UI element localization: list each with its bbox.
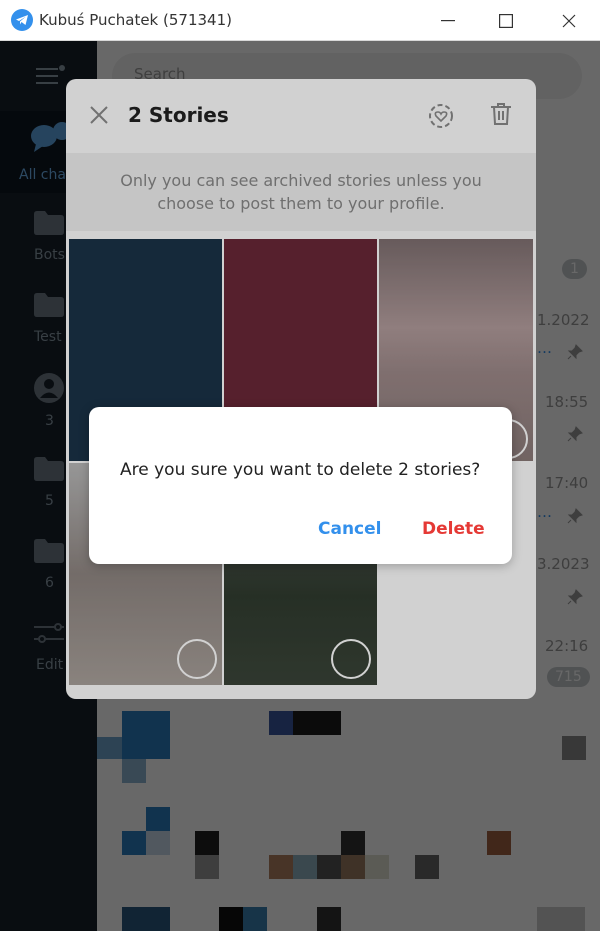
window-title: Kubuś Puchatek (571341) <box>39 11 232 29</box>
telegram-logo-icon <box>11 9 33 31</box>
window-titlebar: Kubuś Puchatek (571341) <box>0 0 600 41</box>
minimize-button[interactable] <box>433 8 463 34</box>
maximize-button[interactable] <box>491 8 521 34</box>
delete-confirm-dialog: Are you sure you want to delete 2 storie… <box>89 407 512 564</box>
delete-button[interactable]: Delete <box>422 519 485 539</box>
cancel-button[interactable]: Cancel <box>318 519 381 539</box>
close-window-button[interactable] <box>554 8 584 34</box>
dialog-message: Are you sure you want to delete 2 storie… <box>120 460 481 480</box>
